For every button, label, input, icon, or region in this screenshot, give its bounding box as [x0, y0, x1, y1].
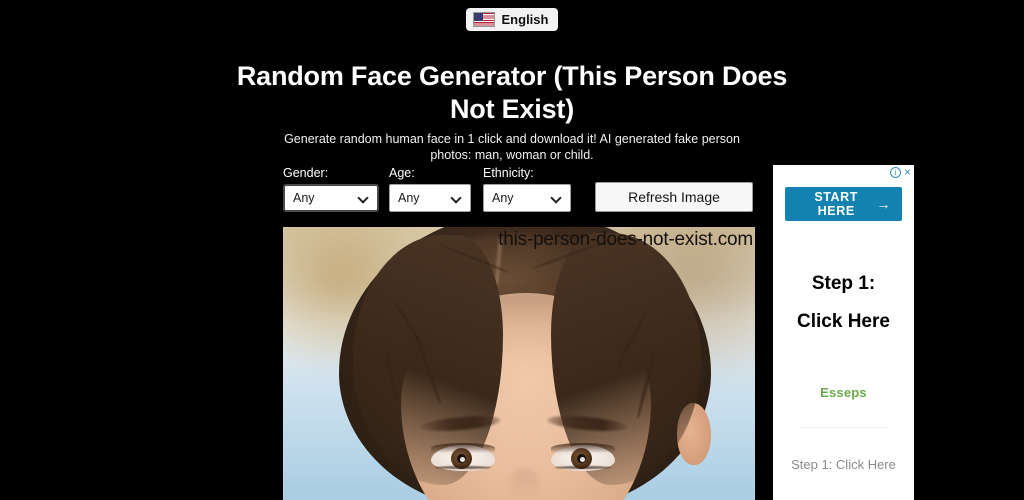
- arrow-right-icon: →: [876, 196, 891, 212]
- ethnicity-select-value: Any: [492, 191, 514, 205]
- image-watermark: this-person-does-not-exist.com: [498, 229, 753, 250]
- chevron-down-icon: [452, 194, 461, 203]
- ethnicity-field: Ethnicity: Any: [483, 166, 571, 212]
- start-here-button[interactable]: START HERE →: [785, 187, 902, 221]
- chevron-down-icon: [552, 194, 561, 203]
- ad-headline-line-1: Step 1:: [811, 273, 876, 294]
- close-icon[interactable]: ×: [904, 166, 911, 178]
- gender-field: Gender: Any: [283, 166, 379, 212]
- ad-controls: i ×: [889, 166, 911, 178]
- refresh-image-button[interactable]: Refresh Image: [595, 182, 753, 212]
- page-title: Random Face Generator (This Person Does …: [236, 61, 788, 125]
- language-selector[interactable]: English: [465, 8, 559, 31]
- gender-label: Gender:: [283, 166, 329, 180]
- gender-select[interactable]: Any: [283, 184, 379, 212]
- page-subtitle: Generate random human face in 1 click an…: [284, 131, 740, 162]
- age-select-value: Any: [398, 191, 420, 205]
- us-flag-icon: [472, 12, 495, 27]
- gender-select-value: Any: [293, 191, 315, 205]
- language-label: English: [501, 12, 549, 27]
- info-icon[interactable]: i: [889, 167, 901, 178]
- ad-divider: [799, 427, 889, 428]
- ad-headline: Step 1: Click Here: [773, 265, 914, 341]
- ad-caption[interactable]: Step 1: Click Here: [773, 457, 914, 472]
- age-label: Age:: [389, 166, 415, 180]
- generator-controls: Gender: Any Age: Any Ethnicity: Any Refr…: [283, 166, 753, 212]
- ad-brand-logo: Esseps: [820, 385, 867, 400]
- ethnicity-label: Ethnicity:: [483, 166, 534, 180]
- start-here-label: START HERE: [814, 190, 859, 218]
- age-field: Age: Any: [389, 166, 471, 212]
- eye-right: [551, 443, 615, 471]
- ethnicity-select[interactable]: Any: [483, 184, 571, 212]
- nose-shading: [511, 469, 539, 500]
- generated-face-image[interactable]: this-person-does-not-exist.com: [283, 227, 755, 500]
- chevron-down-icon: [359, 194, 368, 203]
- eye-left: [431, 443, 495, 471]
- advertisement-panel: i × START HERE → Step 1: Click Here Esse…: [773, 165, 914, 500]
- ad-headline-line-2: Click Here: [797, 311, 890, 332]
- age-select[interactable]: Any: [389, 184, 471, 212]
- language-bar: English: [0, 8, 1024, 31]
